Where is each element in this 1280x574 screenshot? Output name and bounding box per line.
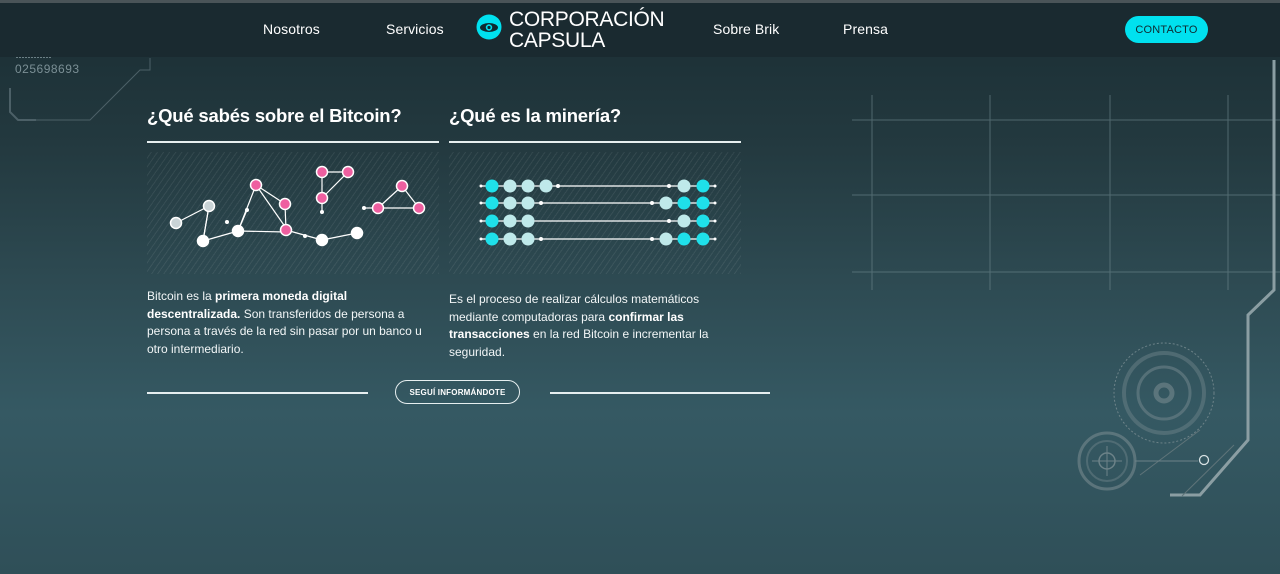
logo-line-2: CAPSULA: [509, 29, 605, 52]
mining-description: Es el proceso de realizar cálculos matem…: [449, 291, 721, 361]
more-rule-right: [550, 392, 770, 394]
mining-title: ¿Qué es la minería?: [449, 105, 622, 126]
nav-nosotros[interactable]: Nosotros: [263, 21, 320, 37]
circuit-decoration-right: [1077, 60, 1276, 497]
nav-servicios[interactable]: Servicios: [386, 21, 444, 37]
bitcoin-text-pre: Bitcoin es la: [147, 289, 216, 303]
mining-title-rule: [449, 141, 741, 143]
read-more-button[interactable]: SEGUÍ INFORMÁNDOTE: [395, 380, 520, 404]
logo[interactable]: CORPORACIÓN CAPSULA: [476, 9, 676, 53]
nav-prensa[interactable]: Prensa: [843, 21, 888, 37]
bitcoin-title: ¿Qué sabés sobre el Bitcoin?: [147, 105, 402, 126]
mining-blocks-icon: [479, 179, 717, 246]
bitcoin-illustration: [147, 152, 439, 274]
decorative-number: 025698693: [15, 62, 80, 76]
more-rule-left: [147, 392, 368, 394]
contact-button[interactable]: CONTACTO: [1125, 16, 1208, 43]
logo-text: CORPORACIÓN CAPSULA: [509, 8, 665, 52]
bitcoin-title-rule: [147, 141, 439, 143]
network-graph-icon: [169, 165, 426, 248]
nav-sobre-brik[interactable]: Sobre Brik: [713, 21, 779, 37]
bitcoin-description: Bitcoin es la primera moneda digital des…: [147, 288, 439, 358]
logo-line-1: CORPORACIÓN: [509, 8, 665, 31]
eye-icon: [476, 14, 502, 40]
mining-illustration: [449, 152, 741, 274]
